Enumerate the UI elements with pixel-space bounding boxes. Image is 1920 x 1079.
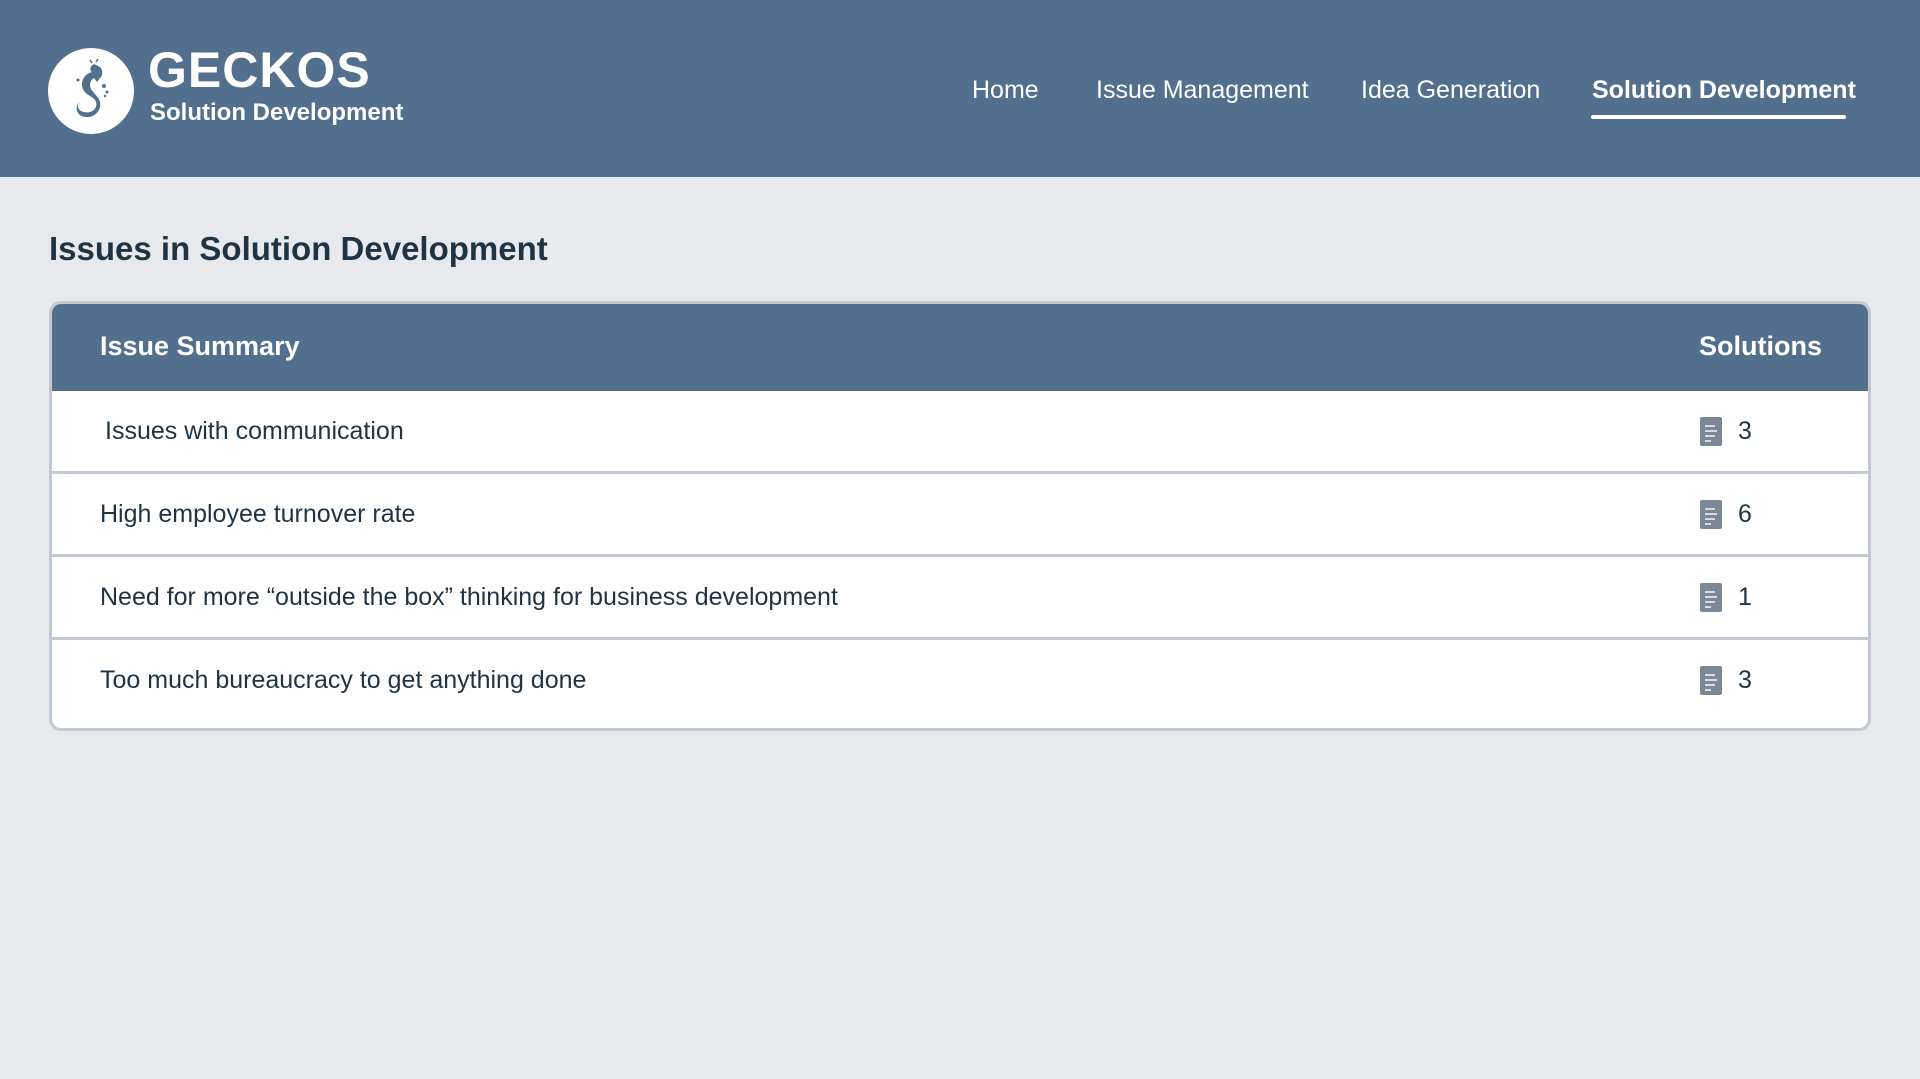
- solutions-count: 6: [1738, 500, 1752, 528]
- table-row[interactable]: Issues with communication 3: [52, 391, 1868, 474]
- table-row[interactable]: Too much bureaucracy to get anything don…: [52, 640, 1868, 723]
- issues-table: Issue Summary Solutions Issues with comm…: [49, 301, 1871, 731]
- document-icon: [1700, 583, 1722, 612]
- nav-issue-management[interactable]: Issue Management: [1096, 72, 1309, 108]
- document-icon: [1700, 500, 1722, 529]
- issue-summary[interactable]: Too much bureaucracy to get anything don…: [100, 662, 586, 698]
- solutions-count: 1: [1738, 583, 1752, 611]
- active-nav-indicator: [1591, 115, 1846, 119]
- table-row[interactable]: High employee turnover rate 6: [52, 474, 1868, 557]
- page-title: Issues in Solution Development: [49, 230, 548, 267]
- issue-summary[interactable]: High employee turnover rate: [100, 496, 415, 532]
- nav-solution-development[interactable]: Solution Development: [1592, 72, 1856, 108]
- brand-name: GECKOS: [148, 42, 371, 98]
- table-header: Issue Summary Solutions: [52, 304, 1868, 391]
- solutions-count: 3: [1738, 666, 1752, 694]
- nav-home[interactable]: Home: [972, 72, 1039, 108]
- gecko-logo-icon[interactable]: [48, 48, 134, 134]
- nav-idea-generation[interactable]: Idea Generation: [1361, 72, 1540, 108]
- table-row[interactable]: Need for more “outside the box” thinking…: [52, 557, 1868, 640]
- solutions-count: 3: [1738, 417, 1752, 445]
- issue-summary[interactable]: Need for more “outside the box” thinking…: [100, 579, 838, 615]
- column-header-solutions[interactable]: Solutions: [1699, 328, 1822, 364]
- column-header-issue-summary[interactable]: Issue Summary: [100, 328, 300, 364]
- document-icon: [1700, 666, 1722, 695]
- app-header: GECKOS Solution Development Home Issue M…: [0, 0, 1920, 177]
- issue-summary[interactable]: Issues with communication: [105, 413, 404, 449]
- document-icon: [1700, 417, 1722, 446]
- brand-subtitle: Solution Development: [150, 99, 404, 126]
